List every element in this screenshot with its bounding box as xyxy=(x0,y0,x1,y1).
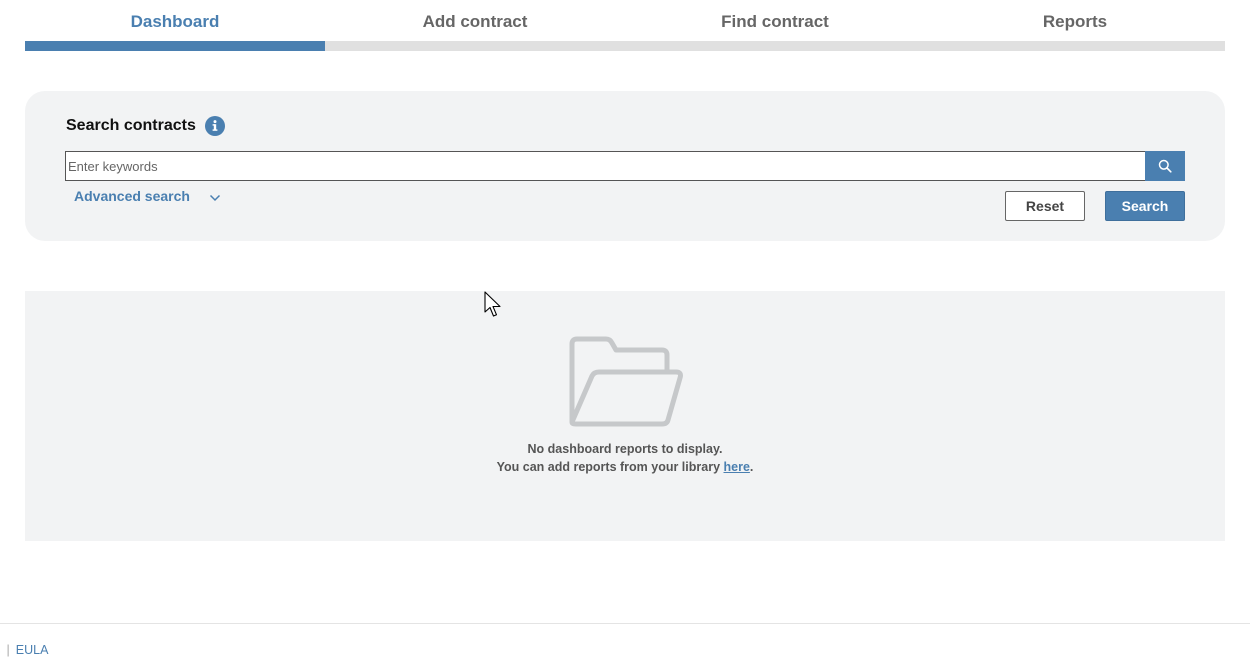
mouse-cursor-icon xyxy=(484,291,504,324)
tab-find-contract[interactable]: Find contract xyxy=(625,0,925,51)
tab-dashboard-indicator xyxy=(25,41,325,51)
tab-dashboard[interactable]: Dashboard xyxy=(25,0,325,51)
empty-state-hint: You can add reports from your library he… xyxy=(25,460,1225,474)
tab-add-contract[interactable]: Add contract xyxy=(325,0,625,51)
footer-link-eula[interactable]: EULA xyxy=(16,643,49,657)
main-tabs: Dashboard Add contract Find contract Rep… xyxy=(25,0,1225,51)
tab-reports[interactable]: Reports xyxy=(925,0,1225,51)
tab-reports-label: Reports xyxy=(1042,12,1108,31)
footer-divider xyxy=(0,623,1250,624)
advanced-search-label: Advanced search xyxy=(74,188,190,204)
footer-links: ks | EULA xyxy=(0,643,48,657)
search-icon xyxy=(1158,159,1172,173)
search-input[interactable] xyxy=(65,151,1146,181)
search-contracts-panel: Search contracts Advanced search Reset S… xyxy=(25,91,1225,241)
reset-button[interactable]: Reset xyxy=(1005,191,1085,221)
footer-link-partial[interactable]: ks xyxy=(0,643,1,657)
tab-find-contract-label: Find contract xyxy=(721,12,829,31)
library-here-link[interactable]: here xyxy=(724,460,750,474)
chevron-down-icon xyxy=(209,194,221,202)
footer-separator: | xyxy=(6,643,10,657)
empty-state-hint-text: You can add reports from your library xyxy=(496,460,724,474)
empty-state-message: No dashboard reports to display. xyxy=(527,442,723,456)
dashboard-reports-panel: No dashboard reports to display. You can… xyxy=(25,291,1225,541)
folder-open-icon xyxy=(566,336,684,433)
search-contracts-title: Search contracts xyxy=(66,117,196,134)
tab-add-contract-indicator xyxy=(325,41,625,51)
search-icon-button[interactable] xyxy=(1145,151,1185,181)
tab-add-contract-label: Add contract xyxy=(422,12,528,31)
info-icon[interactable] xyxy=(205,116,225,136)
tab-find-contract-indicator xyxy=(625,41,925,51)
tab-dashboard-label: Dashboard xyxy=(130,12,220,31)
tab-reports-indicator xyxy=(925,41,1225,51)
advanced-search-toggle[interactable]: Advanced search xyxy=(74,188,221,204)
search-button[interactable]: Search xyxy=(1105,191,1185,221)
empty-state-hint-period: . xyxy=(749,460,754,474)
